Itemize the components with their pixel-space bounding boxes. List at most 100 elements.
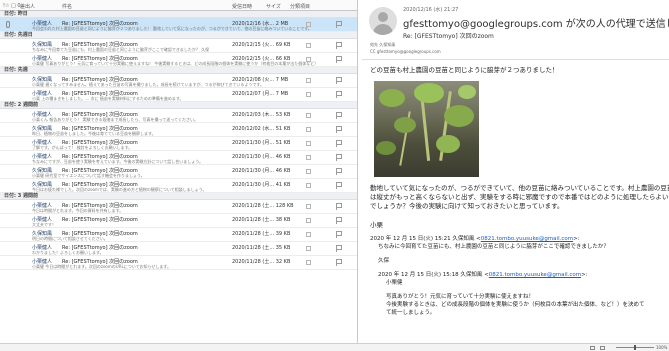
- outlook-window: !☆ □ 0 差出人 件名 受信日時 サイズ 分類項目 日付: 昨日 小栗健人 Re…: [0, 0, 669, 351]
- group-header[interactable]: 日付: 2 週間前: [0, 102, 357, 109]
- message-row[interactable]: 小栗健人 Re: [GFESTtomyo] 次回のzoom 2020/11/30 (…: [0, 151, 357, 165]
- col-from[interactable]: 差出人: [20, 3, 35, 10]
- message-cc[interactable]: CC gfesttomyo@googlegroups.com: [370, 49, 441, 54]
- message-row[interactable]: 小栗健人 Re: [GFESTtomyo] 次回のzoom 2020/12/15 (…: [0, 53, 357, 67]
- col-category[interactable]: 分類項目: [290, 3, 310, 10]
- category-box[interactable]: [306, 141, 311, 146]
- email-link[interactable]: 0821.tombo.yuusuke@gmail.com: [481, 236, 573, 242]
- group-header[interactable]: 日付: 3 週間前: [0, 193, 357, 200]
- body-line: どの豆苗も村上農園の豆苗と同じように脇芽が２つありました！: [370, 66, 559, 74]
- category-box[interactable]: [306, 183, 311, 188]
- flag-icon[interactable]: [335, 168, 342, 175]
- col-size[interactable]: サイズ: [266, 3, 281, 10]
- message-date: 2020/12/16 (水) 21:27: [403, 7, 459, 13]
- normal-view-icon[interactable]: [590, 346, 595, 350]
- quoted-text: ちなみに今回育てた豆苗にも、村上農園の豆苗と同じように脇芽がここで確認できました…: [378, 244, 609, 250]
- category-box[interactable]: [306, 232, 311, 237]
- message-row[interactable]: 小栗健人 Re: [GFESTtomyo] 次回のzoom 2020/11/30 (…: [0, 137, 357, 151]
- category-box[interactable]: [306, 246, 311, 251]
- message-subject: Re: [GFESTtomyo] 次回のzoom: [62, 217, 138, 223]
- group-header[interactable]: 日付: 昨日: [0, 11, 357, 18]
- message-received: 2020/11/28 (土... 32 KB: [232, 259, 291, 265]
- message-row[interactable]: 小栗健人 Re: [GFESTtomyo] 次回のzoom 2020/12/07 (…: [0, 88, 357, 102]
- category-box[interactable]: [306, 113, 311, 118]
- flag-icon[interactable]: [335, 42, 342, 49]
- flag-icon[interactable]: [335, 154, 342, 161]
- message-to[interactable]: 宛先 久保知風: [370, 42, 395, 48]
- message-received: 2020/12/03 (木... 53 KB: [232, 112, 291, 118]
- flag-icon[interactable]: [335, 91, 342, 98]
- message-row[interactable]: 久保知風 Re: [GFESTtomyo] 次回のzoom 2020/11/28 (…: [0, 228, 357, 242]
- message-received: 2020/11/30 (月... 46 KB: [232, 168, 291, 174]
- flag-icon[interactable]: [335, 182, 342, 189]
- category-box[interactable]: [306, 78, 311, 83]
- category-box[interactable]: [306, 43, 311, 48]
- message-row[interactable]: 久保知風 Re: [GFESTtomyo] 次回のzoom 2020/12/15 (…: [0, 39, 357, 53]
- attachment-icon: [6, 21, 10, 28]
- flag-icon[interactable]: [335, 217, 342, 224]
- flag-icon[interactable]: [335, 126, 342, 133]
- message-received: 2020/11/30 (月... 41 KB: [232, 182, 291, 188]
- category-box[interactable]: [306, 155, 311, 160]
- message-received: 2020/12/02 (水... 51 KB: [232, 126, 291, 132]
- category-box[interactable]: [306, 127, 311, 132]
- email-link[interactable]: 0821.tombo.yuusuke@gmail.com: [489, 272, 581, 278]
- message-row[interactable]: 小栗健人 Re: [GFESTtomyo] 次回のzoom 2020/11/28 (…: [0, 256, 357, 270]
- signature: 小栗: [370, 221, 383, 229]
- category-box[interactable]: [306, 57, 311, 62]
- message-sender[interactable]: gfesttomyo@googlegroups.com が次の人の代理で送信しま…: [403, 15, 669, 30]
- col-flags[interactable]: !☆ □ 0: [3, 3, 21, 9]
- col-received[interactable]: 受信日時: [232, 3, 252, 10]
- message-row[interactable]: 小栗健人 Re: [GFESTtomyo] 次回のzoom 2020/12/16 (…: [0, 18, 357, 32]
- message-row[interactable]: 久保知風 Re: [GFESTtomyo] 次回のzoom 2020/12/08 (…: [0, 74, 357, 88]
- message-row[interactable]: 久保知風 Re: [GFESTtomyo] 次回のzoom 2020/11/30 (…: [0, 165, 357, 179]
- message-preview: 小栗健 今日は時間がとれます。次回のzoomのURLについてお知らせします。: [32, 264, 171, 269]
- flag-icon[interactable]: [335, 140, 342, 147]
- message-list: !☆ □ 0 差出人 件名 受信日時 サイズ 分類項目 日付: 昨日 小栗健人 Re…: [0, 0, 358, 343]
- message-body-text: 勤地していて気になったのが、つるができていて、他の豆苗に絡みついていることです。…: [370, 184, 669, 230]
- category-box[interactable]: [306, 218, 311, 223]
- status-bar: 100%: [0, 343, 669, 351]
- group-header[interactable]: 日付: 先週日: [0, 32, 357, 39]
- category-box[interactable]: [306, 260, 311, 265]
- message-received: 2020/11/28 (土... 128 KB: [232, 203, 294, 209]
- quoted-header-text: 2020 年 12 月 15 日(火) 15:18 久保知風 <: [378, 272, 489, 278]
- flag-icon[interactable]: [335, 77, 342, 84]
- message-row[interactable]: 久保知風 Re: [GFESTtomyo] 次回のzoom 2020/11/30 (…: [0, 179, 357, 193]
- attached-photo[interactable]: [374, 81, 479, 177]
- quoted-header: 2020 年 12 月 15 日(火) 15:21 久保知風 <0821.tom…: [370, 235, 666, 243]
- zoom-knob[interactable]: [634, 345, 636, 350]
- category-box[interactable]: [306, 22, 311, 27]
- group-header[interactable]: 日付: 先週: [0, 67, 357, 74]
- body-line: は縦丈がもっと高くならないと出ず、実験をする時に邪魔ですので本番ではどのように処…: [370, 193, 669, 201]
- message-row[interactable]: 小栗健人 Re: [GFESTtomyo] 次回のzoom 2020/11/28 (…: [0, 214, 357, 228]
- flag-icon[interactable]: [335, 259, 342, 266]
- category-box[interactable]: [306, 204, 311, 209]
- quoted-signature: 久保: [378, 258, 390, 264]
- message-row[interactable]: 小栗健人 Re: [GFESTtomyo] 次回のzoom 2020/11/28 (…: [0, 200, 357, 214]
- message-row[interactable]: 小栗健人 Re: [GFESTtomyo] 次回のzoom 2020/12/03 (…: [0, 109, 357, 123]
- flag-icon[interactable]: [335, 203, 342, 210]
- flag-icon[interactable]: [335, 231, 342, 238]
- message-row[interactable]: 小栗健人 Re: [GFESTtomyo] 次回のzoom 2020/11/28 (…: [0, 242, 357, 256]
- quoted-text: て統一しましょう。: [386, 310, 436, 316]
- message-subject: Re: [GFESTtomyo] 次回のzoom: [403, 33, 494, 40]
- column-header: !☆ □ 0 差出人 件名 受信日時 サイズ 分類項目: [0, 0, 357, 11]
- category-box[interactable]: [306, 92, 311, 97]
- body-line: 勤地していて気になったのが、つるができていて、他の豆苗に絡みついていることです。…: [370, 184, 669, 192]
- col-subject[interactable]: 件名: [62, 3, 72, 10]
- zoom-level[interactable]: 100%: [656, 345, 667, 350]
- message-received: 2020/12/07 (月... 7 MB: [232, 91, 289, 97]
- message-received: 2020/11/30 (月... 46 KB: [232, 154, 291, 160]
- message-received: 2020/12/15 (火... 69 KB: [232, 42, 291, 48]
- message-row[interactable]: 久保知風 Re: [GFESTtomyo] 次回のzoom 2020/12/02 (…: [0, 123, 357, 137]
- flag-icon[interactable]: [335, 245, 342, 252]
- quoted-thread: 2020 年 12 月 15 日(火) 15:21 久保知風 <0821.tom…: [370, 235, 666, 317]
- message-received: 2020/11/28 (土... 39 KB: [232, 231, 291, 237]
- flag-icon[interactable]: [335, 56, 342, 63]
- flag-icon[interactable]: [335, 112, 342, 119]
- quoted-text: 今後実験するときは、どの成長段階の個体を実験に使うか（何枚目の本葉が出た個体、な…: [386, 302, 645, 308]
- category-box[interactable]: [306, 169, 311, 174]
- reading-view-icon[interactable]: [600, 346, 605, 350]
- flag-icon[interactable]: [335, 21, 342, 28]
